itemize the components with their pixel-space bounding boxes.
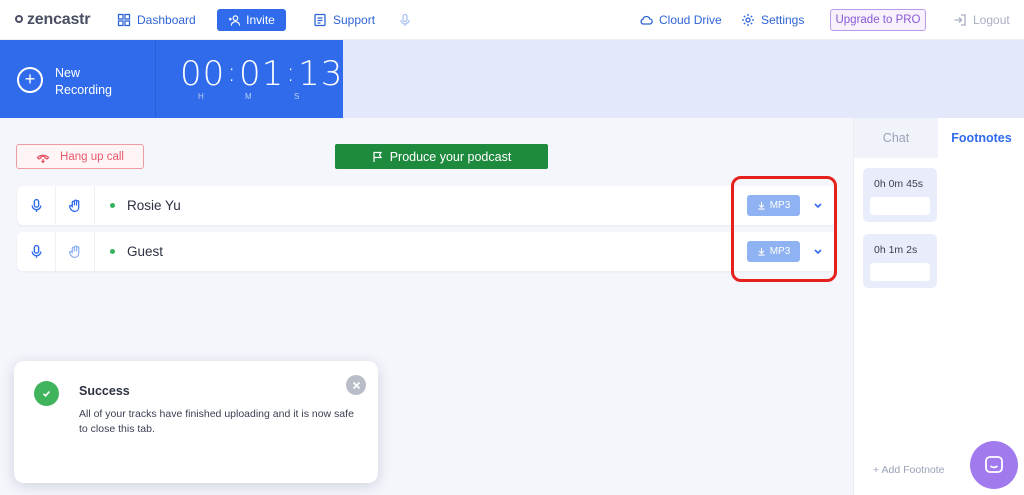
participant-name: Rosie Yu (127, 198, 181, 213)
check-mark (42, 390, 51, 397)
invite-label: Invite (246, 13, 275, 27)
logo-text: zencastr (27, 11, 91, 28)
recording-divider (155, 40, 156, 118)
mic-icon (31, 244, 41, 258)
close-icon (352, 381, 360, 389)
nav-mic[interactable] (398, 10, 412, 30)
footnote-text-field[interactable] (870, 197, 930, 215)
chat-bubble-icon (985, 456, 1003, 473)
participant-name: Guest (127, 244, 164, 259)
nav-logout-label: Logout (973, 13, 1010, 27)
logo-mark-icon (15, 15, 23, 23)
timer-unit-minutes: M (245, 92, 252, 101)
dashboard-icon (117, 13, 131, 27)
mic-icon (400, 13, 410, 26)
check-icon (34, 381, 59, 406)
footnote-time: 0h 1m 2s (874, 244, 918, 256)
timer-seconds: 13 (298, 54, 344, 94)
hand-icon (68, 245, 79, 259)
new-recording-button[interactable]: + (17, 67, 43, 93)
cloud-icon (640, 15, 653, 25)
tab-footnotes[interactable]: Footnotes (938, 118, 1024, 158)
mic-icon (31, 198, 41, 212)
timer-hours: 00 (180, 54, 226, 94)
toast-close-button[interactable] (346, 375, 366, 395)
hand-icon (68, 199, 79, 213)
plus-circle-icon: + (24, 69, 36, 89)
footnote-card[interactable]: 0h 1m 2s (863, 234, 937, 288)
produce-label: Produce your podcast (389, 149, 512, 164)
nav-logout[interactable]: Logout (953, 10, 1010, 30)
hangup-phone-icon (36, 154, 50, 163)
nav-settings[interactable]: Settings (741, 10, 804, 30)
participant-mic-button[interactable] (17, 186, 56, 225)
nav-support-label: Support (333, 13, 376, 27)
top-navigation: zencastr Dashboard Invite Support Cloud … (0, 0, 1024, 40)
flag-icon (373, 151, 382, 162)
zencastr-logo[interactable]: zencastr (15, 11, 91, 29)
toast-message: All of your tracks have finished uploadi… (79, 408, 354, 435)
timer-minutes: 01 (239, 54, 285, 94)
new-recording-line1: New (55, 66, 81, 80)
nav-support[interactable]: Support (313, 10, 375, 30)
timer-unit-hours: H (198, 92, 204, 101)
footnote-text-field[interactable] (870, 263, 930, 281)
nav-cloud-drive-label: Cloud Drive (659, 13, 722, 27)
support-chat-button[interactable] (970, 441, 1018, 489)
footnote-card[interactable]: 0h 0m 45s (863, 168, 937, 222)
timer-unit-seconds: S (294, 92, 300, 101)
hang-up-label: Hang up call (60, 150, 124, 163)
participant-row: Guest MP3 (17, 232, 837, 271)
footnote-time: 0h 0m 45s (874, 178, 924, 190)
new-recording-line2: Recording (55, 83, 112, 97)
logout-icon (954, 14, 966, 26)
participant-mic-button[interactable] (17, 232, 56, 271)
upgrade-to-pro-button[interactable]: Upgrade to PRO (830, 9, 926, 31)
nav-dashboard-label: Dashboard (137, 13, 196, 27)
online-status-dot (110, 249, 115, 254)
participant-hand-button[interactable] (56, 232, 95, 271)
nav-dashboard[interactable]: Dashboard (117, 10, 196, 30)
toast-title: Success (79, 384, 130, 398)
participant-hand-button[interactable] (56, 186, 95, 225)
settings-gear-icon (742, 14, 754, 26)
online-status-dot (110, 203, 115, 208)
nav-cloud-drive[interactable]: Cloud Drive (639, 10, 722, 30)
success-toast: Success All of your tracks have finished… (14, 361, 378, 483)
add-footnote-button[interactable]: + Add Footnote (873, 464, 945, 476)
new-recording-label[interactable]: New Recording (55, 65, 112, 99)
participant-row: Rosie Yu MP3 (17, 186, 837, 225)
invite-person-icon (229, 14, 241, 26)
support-icon (314, 13, 326, 27)
highlight-annotation-box (731, 176, 837, 282)
tab-chat[interactable]: Chat (854, 118, 938, 158)
hang-up-call-button[interactable]: Hang up call (16, 144, 144, 169)
recording-panel: + New Recording 00:01:13 (0, 40, 343, 118)
invite-button[interactable]: Invite (217, 9, 286, 31)
produce-podcast-button[interactable]: Produce your podcast (335, 144, 548, 169)
banner-area (343, 40, 1024, 118)
right-sidebar: Chat Footnotes 0h 0m 45s 0h 1m 2s + Add … (853, 118, 1024, 495)
recording-timer: 00:01:13 (180, 54, 344, 94)
nav-settings-label: Settings (761, 13, 805, 27)
